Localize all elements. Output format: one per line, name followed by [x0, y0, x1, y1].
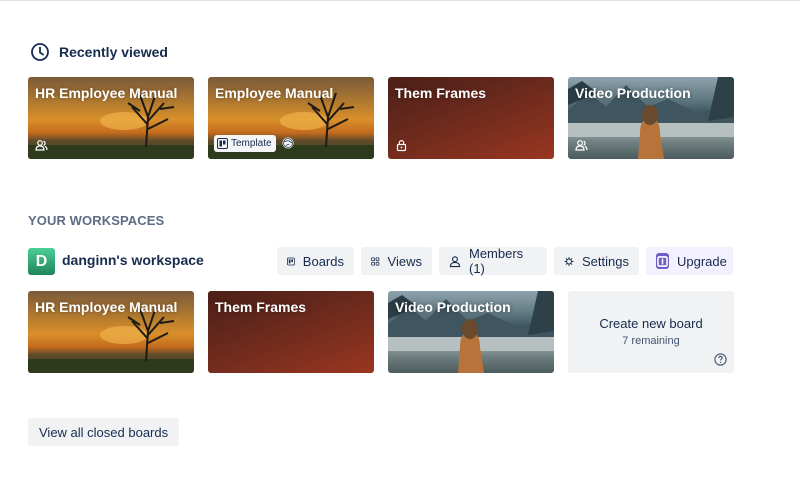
- workspace-name: danginn's workspace: [62, 252, 204, 268]
- upgrade-label: Upgrade: [677, 253, 727, 269]
- recently-viewed-title: Recently viewed: [59, 44, 168, 60]
- view-closed-boards-button[interactable]: View all closed boards: [28, 418, 180, 446]
- board-title: HR Employee Manual: [35, 85, 178, 101]
- workspace-visibility-icon: [35, 140, 48, 151]
- your-workspaces-heading: YOUR WORKSPACES: [28, 213, 165, 228]
- members-button[interactable]: Members (1): [439, 246, 547, 276]
- template-badge: Template: [214, 135, 276, 152]
- board-icon: [287, 257, 295, 265]
- views-button[interactable]: Views: [361, 247, 432, 275]
- members-label: Members (1): [469, 246, 524, 276]
- create-new-board-tile[interactable]: Create new board 7 remaining: [568, 291, 734, 373]
- template-label: Template: [231, 138, 272, 149]
- help-icon[interactable]: [714, 353, 727, 366]
- workspace-board-video-production[interactable]: Video Production: [388, 291, 554, 373]
- board-title: Video Production: [575, 85, 691, 101]
- workspace-board-hr-employee-manual[interactable]: HR Employee Manual: [28, 291, 194, 373]
- board-title: Employee Manual: [215, 85, 334, 101]
- boards-label: Boards: [302, 253, 344, 269]
- clock-icon: [31, 43, 49, 61]
- board-title: Them Frames: [215, 299, 307, 315]
- recently-viewed-heading: Recently viewed: [30, 40, 168, 64]
- settings-label: Settings: [582, 253, 629, 269]
- recent-board-hr-employee-manual[interactable]: HR Employee Manual: [28, 77, 194, 159]
- board-title: Them Frames: [395, 85, 487, 101]
- globe-icon: [282, 137, 294, 149]
- lock-icon: [396, 140, 407, 152]
- board-title: Video Production: [395, 299, 511, 315]
- board-title: HR Employee Manual: [35, 299, 178, 315]
- top-divider: [0, 0, 800, 3]
- upgrade-button[interactable]: Upgrade: [646, 247, 733, 275]
- create-board-label: Create new board: [599, 316, 703, 331]
- boards-remaining: 7 remaining: [622, 335, 680, 347]
- views-label: Views: [387, 253, 422, 269]
- upgrade-icon: [656, 253, 669, 269]
- workspace-visibility-icon: [575, 140, 588, 151]
- workspace-avatar: D: [28, 248, 55, 275]
- recent-board-video-production[interactable]: Video Production: [568, 77, 734, 159]
- member-icon: [449, 255, 461, 267]
- views-grid-icon: [371, 256, 380, 266]
- template-icon: [217, 138, 228, 149]
- settings-button[interactable]: Settings: [554, 247, 639, 275]
- workspace-board-them-frames[interactable]: Them Frames: [208, 291, 374, 373]
- boards-button[interactable]: Boards: [277, 247, 354, 275]
- gear-icon: [564, 256, 574, 266]
- recent-board-them-frames[interactable]: Them Frames: [388, 77, 554, 159]
